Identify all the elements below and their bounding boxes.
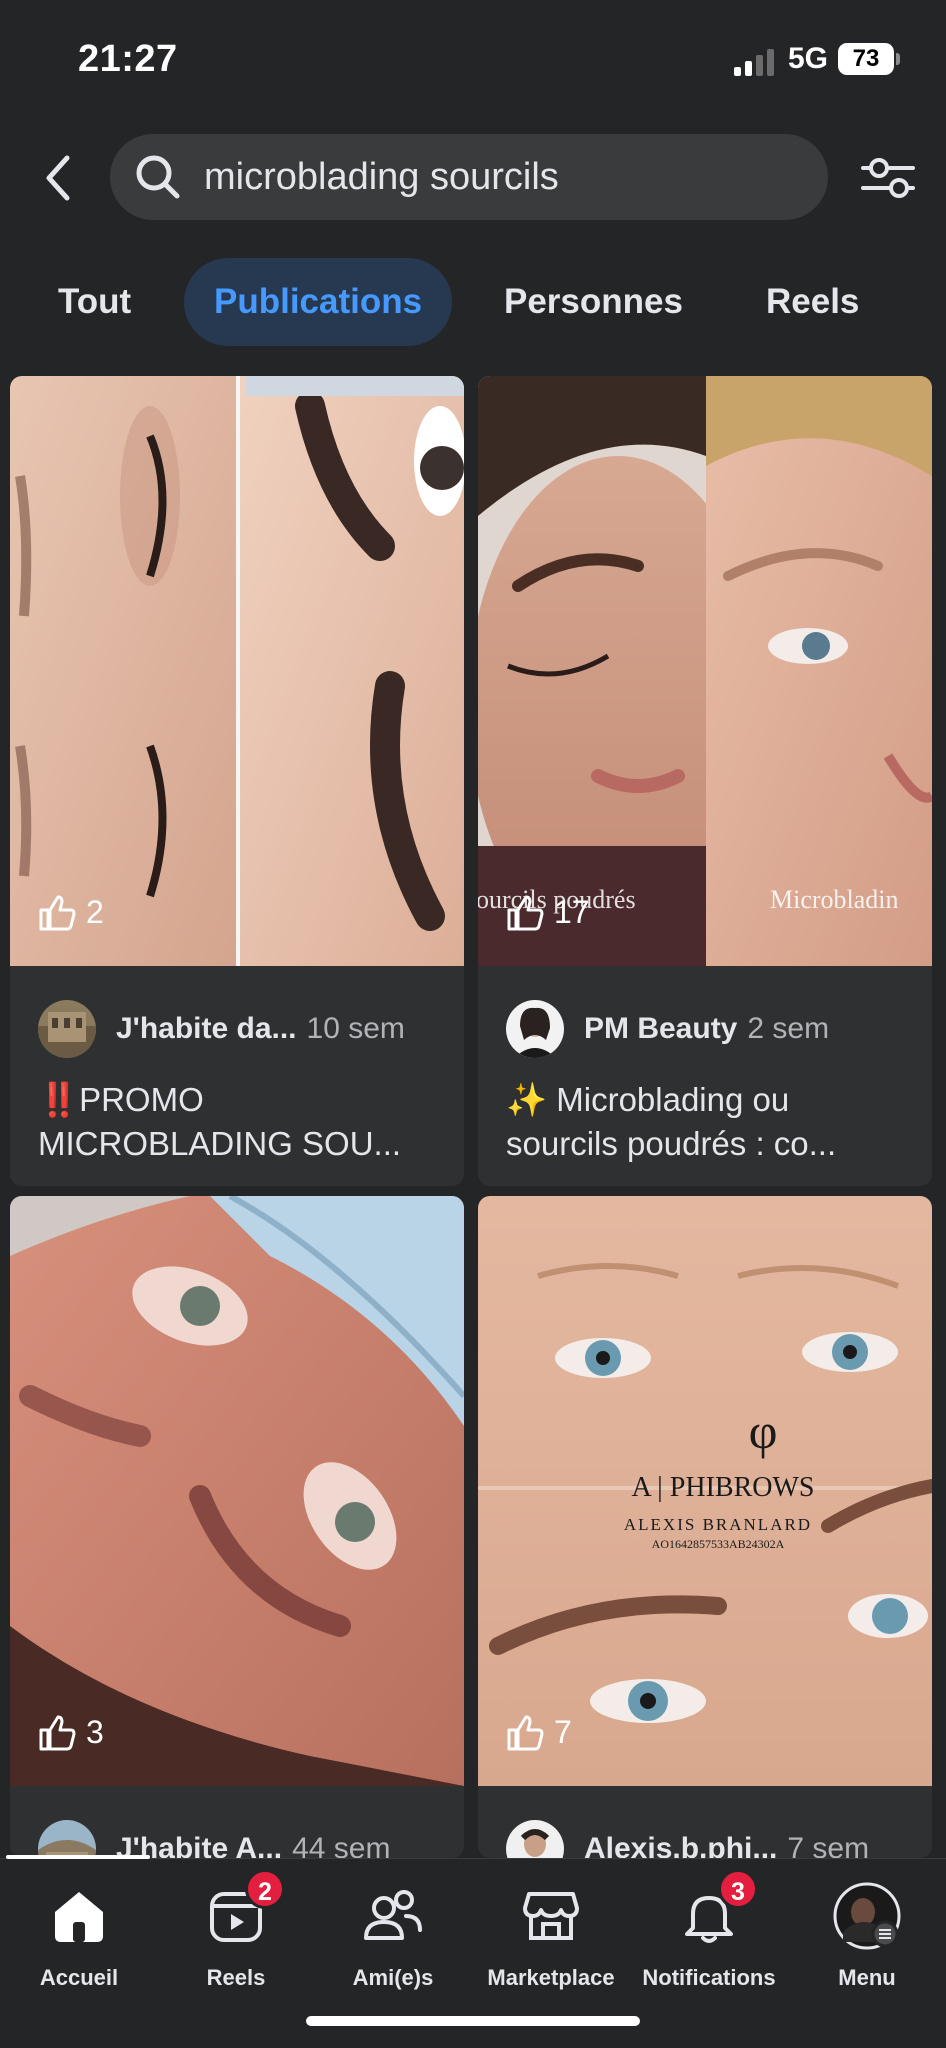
author-name[interactable]: J'habite da...	[116, 1012, 297, 1046]
post-caption: ✨ Microblading ou sourcils poudrés : co.…	[506, 1078, 906, 1166]
status-bar: 21:27 5G 73	[0, 0, 946, 120]
post-card[interactable]: ourcils poudrés Microbladin 17 PM Beauty…	[478, 376, 932, 1186]
marketplace-icon	[516, 1881, 586, 1951]
post-image: ourcils poudrés Microbladin 17	[478, 376, 932, 966]
nav-label: Ami(e)s	[352, 1965, 434, 1990]
nav-label: Marketplace	[487, 1965, 615, 1990]
notifications-badge: 3	[718, 1869, 758, 1909]
avatar[interactable]	[38, 1820, 96, 1858]
caption-line: MICROBLADING SOU...	[38, 1125, 402, 1162]
post-meta: J'habite da... 10 sem	[10, 984, 464, 1074]
post-age: 7 sem	[787, 1832, 870, 1858]
back-button[interactable]	[30, 138, 86, 218]
nav-item-accueil[interactable]: Accueil	[0, 1881, 158, 1991]
like-count: 2	[38, 894, 104, 931]
tab-next-partial[interactable]	[936, 258, 946, 346]
active-indicator	[6, 1855, 150, 1859]
post-image: 3	[10, 1196, 464, 1786]
post-card[interactable]: φ A | PHIBROWS ALEXIS BRANLARD AO1642857…	[478, 1196, 932, 1858]
tab-publications[interactable]: Publications	[184, 258, 453, 346]
nav-label: Menu	[838, 1965, 896, 1990]
reels-badge: 2	[245, 1869, 285, 1909]
search-query: microblading sourcils	[204, 155, 559, 198]
like-count-value: 7	[554, 1714, 572, 1750]
status-time: 21:27	[78, 38, 178, 80]
phi-logo-icon: φ	[749, 1403, 778, 1459]
tab-personnes[interactable]: Personnes	[504, 258, 683, 346]
reels-icon: 2	[201, 1869, 285, 1951]
post-image: 2	[10, 376, 464, 966]
overlay-text: A | PHIBROWS	[632, 1472, 815, 1503]
caption-line: ‼️PROMO	[38, 1081, 204, 1118]
home-icon	[44, 1881, 114, 1951]
like-count-value: 17	[554, 894, 590, 930]
avatar[interactable]	[506, 1820, 564, 1858]
like-count: 7	[506, 1714, 572, 1751]
caption-line: sourcils poudrés : co...	[506, 1125, 837, 1162]
post-caption: ‼️PROMO MICROBLADING SOU...	[38, 1078, 438, 1166]
caption-line: ✨ Microblading ou	[506, 1081, 790, 1118]
chevron-left-icon	[46, 155, 70, 201]
post-meta: Alexis.b.phi... 7 sem	[478, 1804, 932, 1858]
thumbs-up-icon	[507, 1715, 544, 1750]
sliders-icon	[861, 158, 915, 198]
author-name[interactable]: PM Beauty	[584, 1012, 737, 1046]
post-meta: J'habite A... 44 sem	[10, 1804, 464, 1858]
profile-avatar	[832, 1881, 902, 1951]
tab-tout[interactable]: Tout	[58, 258, 131, 346]
avatar[interactable]	[38, 1000, 96, 1058]
nav-item-amis[interactable]: Ami(e)s	[314, 1881, 472, 1991]
post-age: 44 sem	[292, 1832, 391, 1858]
signal-icon	[734, 48, 776, 76]
tab-reels[interactable]: Reels	[766, 258, 859, 346]
battery-icon: 73	[838, 43, 900, 75]
bell-icon: 3	[674, 1869, 758, 1951]
nav-item-marketplace[interactable]: Marketplace	[472, 1881, 630, 1991]
avatar[interactable]	[506, 1000, 564, 1058]
filter-tabs: Tout Publications Personnes Reels	[0, 258, 946, 350]
post-card[interactable]: 3 J'habite A... 44 sem	[10, 1196, 464, 1858]
post-age: 10 sem	[306, 1012, 405, 1045]
post-meta: PM Beauty 2 sem	[478, 984, 932, 1074]
battery-level: 73	[852, 45, 880, 72]
thumbs-up-icon	[39, 895, 76, 930]
like-count-value: 3	[86, 1714, 104, 1750]
post-age: 2 sem	[747, 1012, 830, 1045]
like-count-value: 2	[86, 894, 104, 930]
overlay-text: Microbladin	[770, 885, 899, 914]
like-count: 3	[38, 1714, 104, 1751]
nav-label: Accueil	[39, 1965, 119, 1990]
home-indicator	[306, 2016, 640, 2026]
network-type: 5G	[788, 42, 829, 75]
author-name[interactable]: Alexis.b.phi...	[584, 1832, 777, 1858]
nav-label: Notifications	[642, 1965, 776, 1990]
thumbs-up-icon	[507, 895, 544, 930]
nav-item-reels[interactable]: 2 Reels	[157, 1869, 315, 1991]
filter-button[interactable]	[856, 146, 920, 210]
nav-item-notifications[interactable]: 3 Notifications	[630, 1869, 788, 1991]
thumbs-up-icon	[39, 1715, 76, 1750]
overlay-text: ALEXIS BRANLARD	[624, 1515, 812, 1534]
nav-label: Reels	[206, 1965, 266, 1990]
post-image: φ A | PHIBROWS ALEXIS BRANLARD AO1642857…	[478, 1196, 932, 1786]
friends-icon	[358, 1881, 428, 1951]
post-card[interactable]: 2 J'habite da... 10 sem ‼️PROMO MICROBLA…	[10, 376, 464, 1186]
search-icon	[130, 149, 186, 205]
nav-item-menu[interactable]: Menu	[788, 1881, 946, 1991]
search-input[interactable]: microblading sourcils	[110, 134, 828, 220]
overlay-text: AO1642857533AB24302A	[652, 1537, 785, 1551]
like-count: 17	[506, 894, 590, 931]
